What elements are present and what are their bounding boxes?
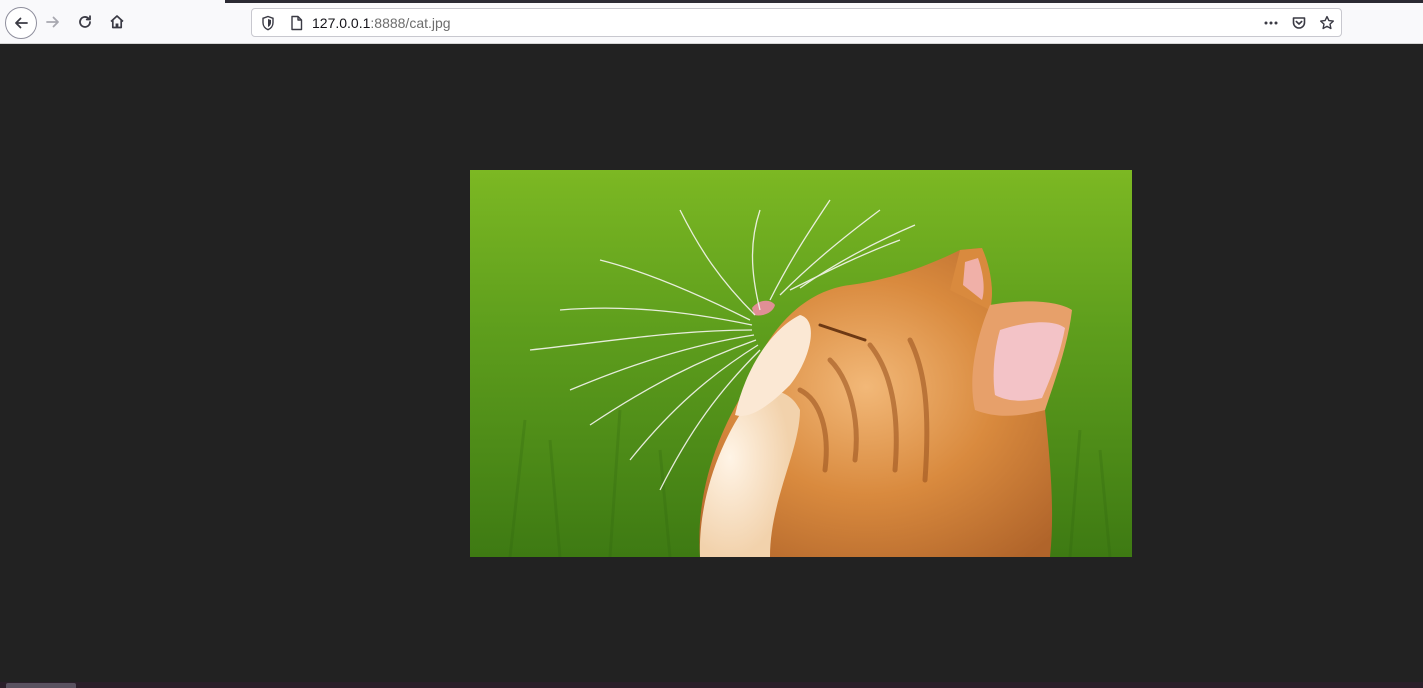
url-text[interactable]: 127.0.0.1:8888/cat.jpg [312, 15, 451, 31]
back-arrow-icon [15, 17, 28, 29]
url-host: 127.0.0.1 [312, 14, 371, 31]
reload-button[interactable] [70, 7, 100, 37]
home-button[interactable] [102, 7, 132, 37]
home-icon [110, 15, 124, 29]
image-viewer-page [0, 44, 1423, 682]
url-bar[interactable]: 127.0.0.1:8888/cat.jpg [251, 8, 1342, 37]
browser-toolbar: 127.0.0.1:8888/cat.jpg [0, 0, 1423, 44]
url-path: :8888/cat.jpg [370, 14, 451, 31]
reload-icon [79, 15, 91, 28]
back-button[interactable] [5, 7, 37, 39]
tab-strip-edge [225, 0, 1423, 3]
pocket-icon[interactable] [1291, 15, 1307, 31]
tracking-shield-icon[interactable] [260, 15, 276, 31]
taskbar-item[interactable] [6, 683, 76, 688]
bookmark-star-icon[interactable] [1319, 15, 1335, 31]
url-actions [1263, 9, 1335, 36]
cat-image[interactable] [470, 170, 1132, 557]
taskbar-strip [0, 682, 1423, 688]
page-icon[interactable] [288, 15, 304, 31]
cat-photo [470, 170, 1132, 557]
forward-button[interactable] [38, 7, 68, 37]
more-icon[interactable] [1263, 15, 1279, 31]
forward-arrow-icon [46, 16, 59, 28]
